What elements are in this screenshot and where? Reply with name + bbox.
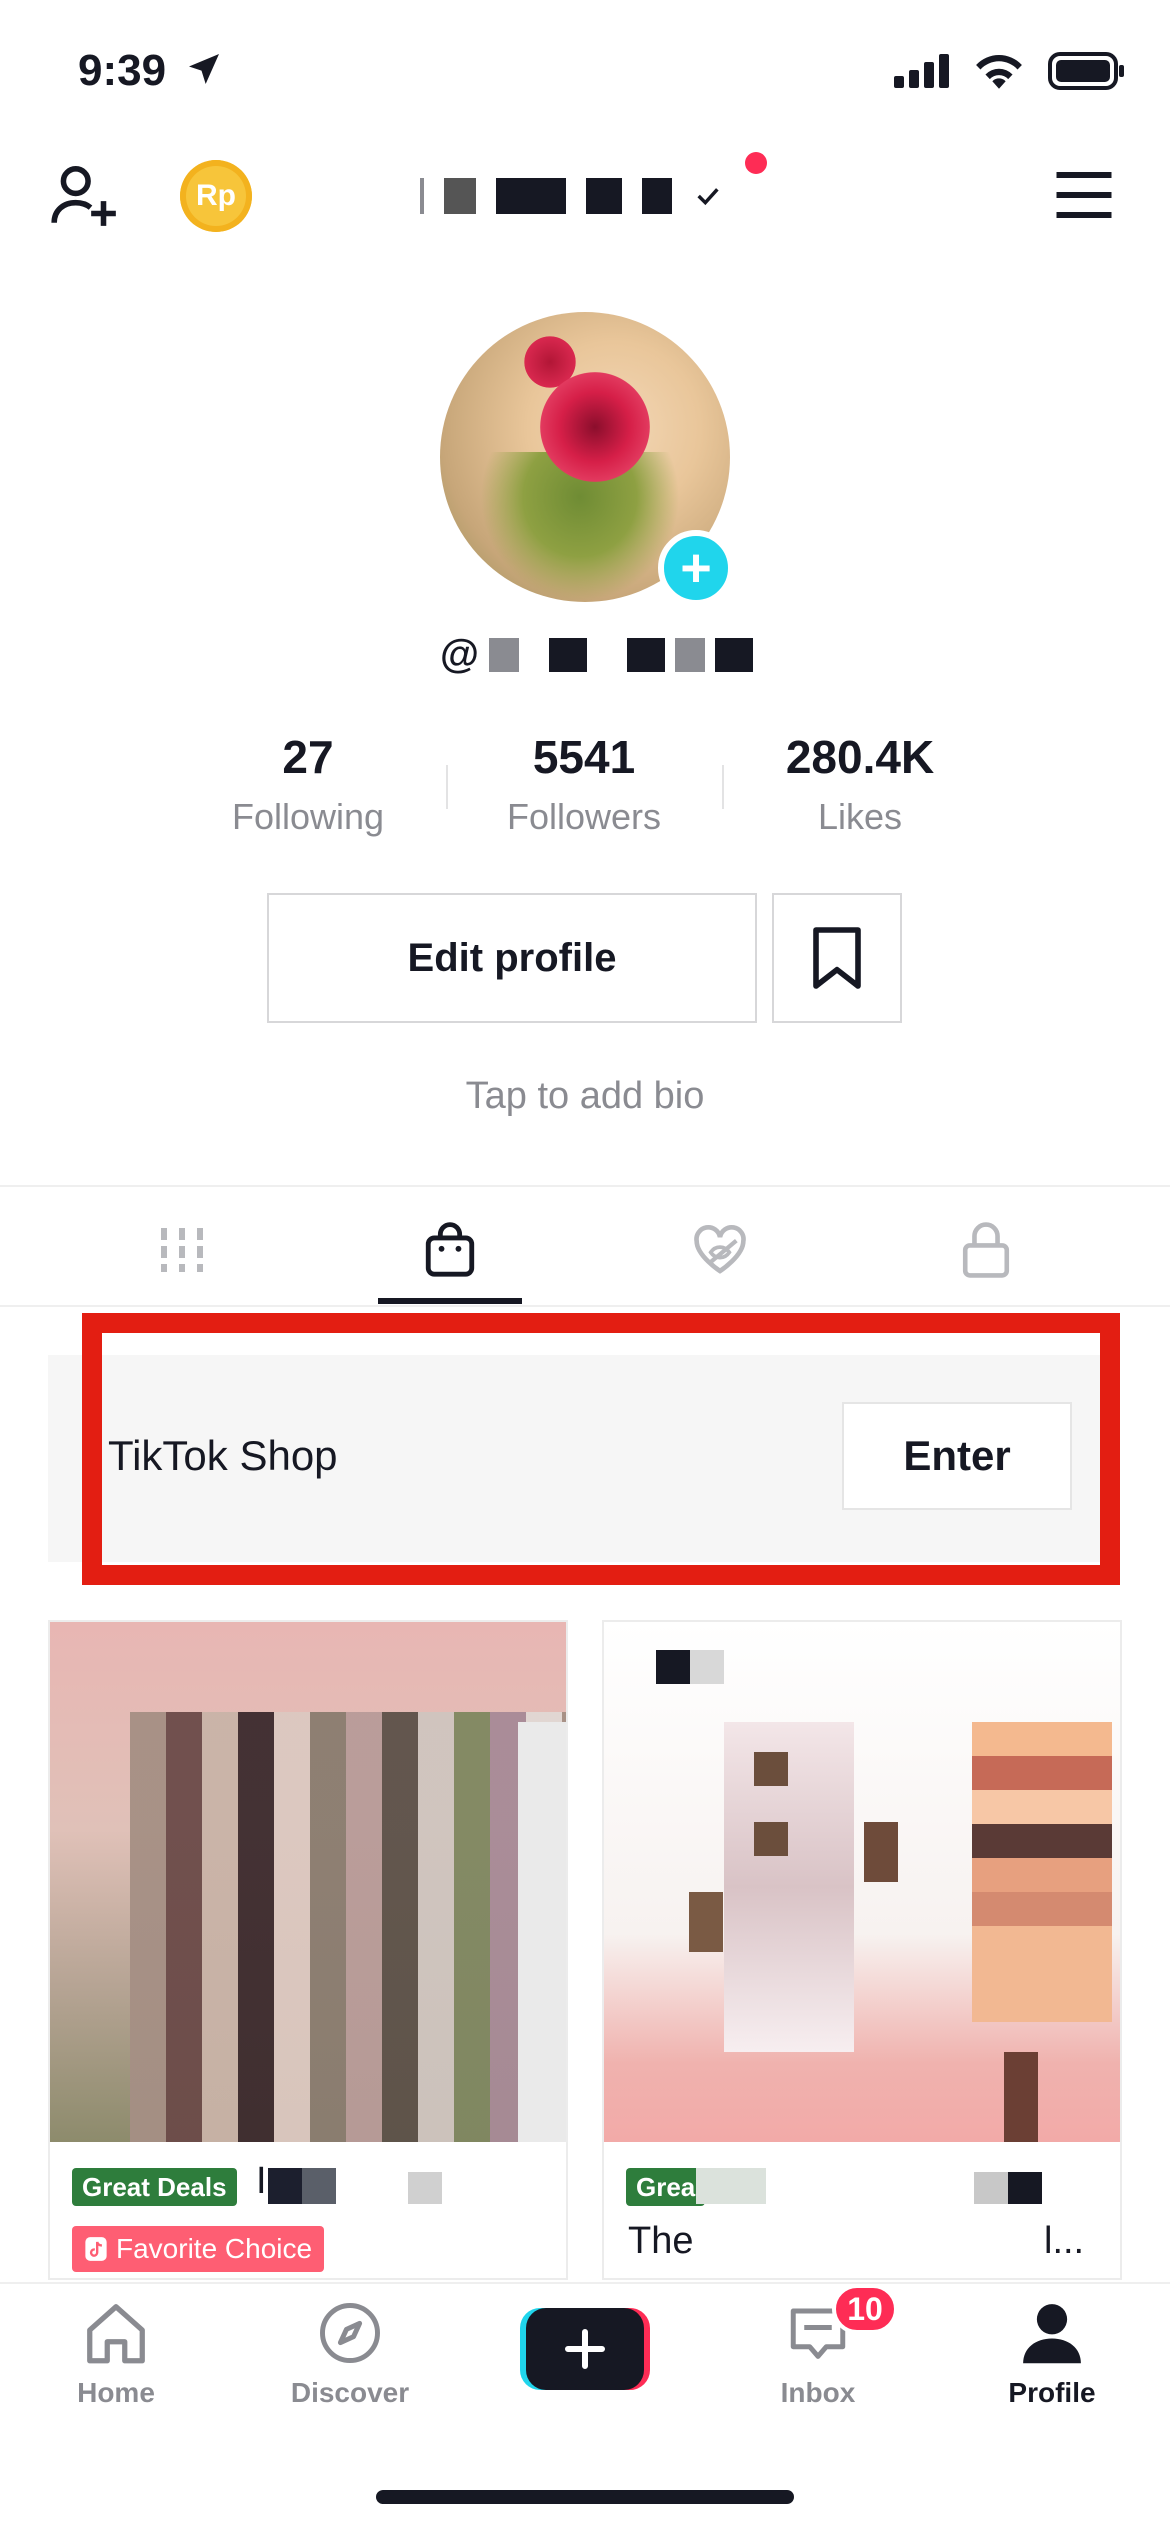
pixelated-redaction [974,2172,1008,2204]
stat-divider [722,765,724,809]
status-icons [894,52,1126,90]
home-icon [87,2304,145,2364]
bio-placeholder[interactable]: Tap to add bio [0,1075,1170,1118]
notification-dot [745,152,767,174]
tab-shop[interactable] [400,1210,500,1290]
pixelated-redaction [1004,2052,1038,2142]
nav-profile[interactable]: Profile [962,2300,1142,2409]
profile-handle-redacted: @ [440,632,754,677]
liked-hidden-icon [694,1225,746,1274]
pixelated-redaction [408,2172,442,2204]
pixelated-redaction [518,1722,566,2142]
menu-icon[interactable] [1054,170,1114,220]
product-card[interactable]: Grea The l... [602,1620,1122,2280]
nav-home[interactable]: Home [26,2300,206,2409]
favorite-choice-tag: Favorite Choice [72,2226,325,2272]
chevron-down-icon [697,188,719,206]
pixelated-redaction [656,1650,690,1684]
great-deals-tag: Great Deals [72,2168,237,2206]
private-lock-icon [962,1222,1010,1278]
coin-balance-icon[interactable]: Rp [180,160,252,232]
shop-bag-icon [425,1222,475,1277]
product-image [50,1622,566,2142]
status-time: 9:39 [78,46,224,96]
home-indicator [376,2490,794,2504]
pixelated-redaction [864,1822,898,1882]
product-card[interactable]: Great Deals I Favorite Choice [48,1620,568,2280]
stat-likes[interactable]: 280.4K Likes [730,730,990,838]
tab-videos[interactable] [132,1210,232,1290]
wifi-icon [976,54,1022,89]
product-title-end: l... [1044,2220,1085,2262]
pixelated-redaction [689,1892,723,1952]
add-friend-icon[interactable] [48,158,122,232]
pixelated-redaction [754,1752,788,1786]
location-arrow-icon [189,54,220,84]
pixelated-redaction [268,2168,302,2204]
tab-private[interactable] [936,1210,1036,1290]
tiktok-badge-icon [85,2237,107,2261]
videos-grid-icon [161,1228,203,1272]
favorites-button[interactable] [772,893,902,1023]
add-avatar-plus-icon[interactable]: + [658,530,734,606]
inbox-badge: 10 [832,2284,898,2334]
create-button[interactable] [520,2308,650,2390]
pixelated-redaction [696,2168,766,2204]
compass-icon [320,2303,380,2363]
pixelated-redaction [1008,2172,1042,2204]
pixelated-redaction [302,2168,336,2204]
stat-divider [446,765,448,809]
battery-icon [1048,52,1124,90]
great-deals-tag: Grea [626,2168,706,2206]
profile-person-icon [1023,2304,1081,2364]
pixelated-redaction [130,1712,566,2142]
tabs-divider [0,1305,1170,1307]
pixelated-redaction [690,1650,724,1684]
tab-liked[interactable] [670,1210,770,1290]
profile-name-redacted[interactable] [420,176,724,216]
product-title: I [256,2160,267,2202]
bookmark-icon [813,927,861,989]
tabs-divider [0,1185,1170,1187]
cellular-signal-icon [894,54,949,88]
active-tab-indicator [378,1298,522,1304]
nav-discover[interactable]: Discover [260,2300,440,2409]
product-title: The [628,2220,694,2262]
edit-profile-button[interactable]: Edit profile [267,893,757,1023]
highlight-box [82,1313,1120,1585]
product-image [604,1622,1120,2142]
stat-followers[interactable]: 5541 Followers [454,730,714,838]
stat-following[interactable]: 27 Following [178,730,438,838]
pixelated-redaction [754,1822,788,1856]
pixelated-redaction [972,1722,1112,2022]
pixelated-redaction [724,1722,854,2052]
